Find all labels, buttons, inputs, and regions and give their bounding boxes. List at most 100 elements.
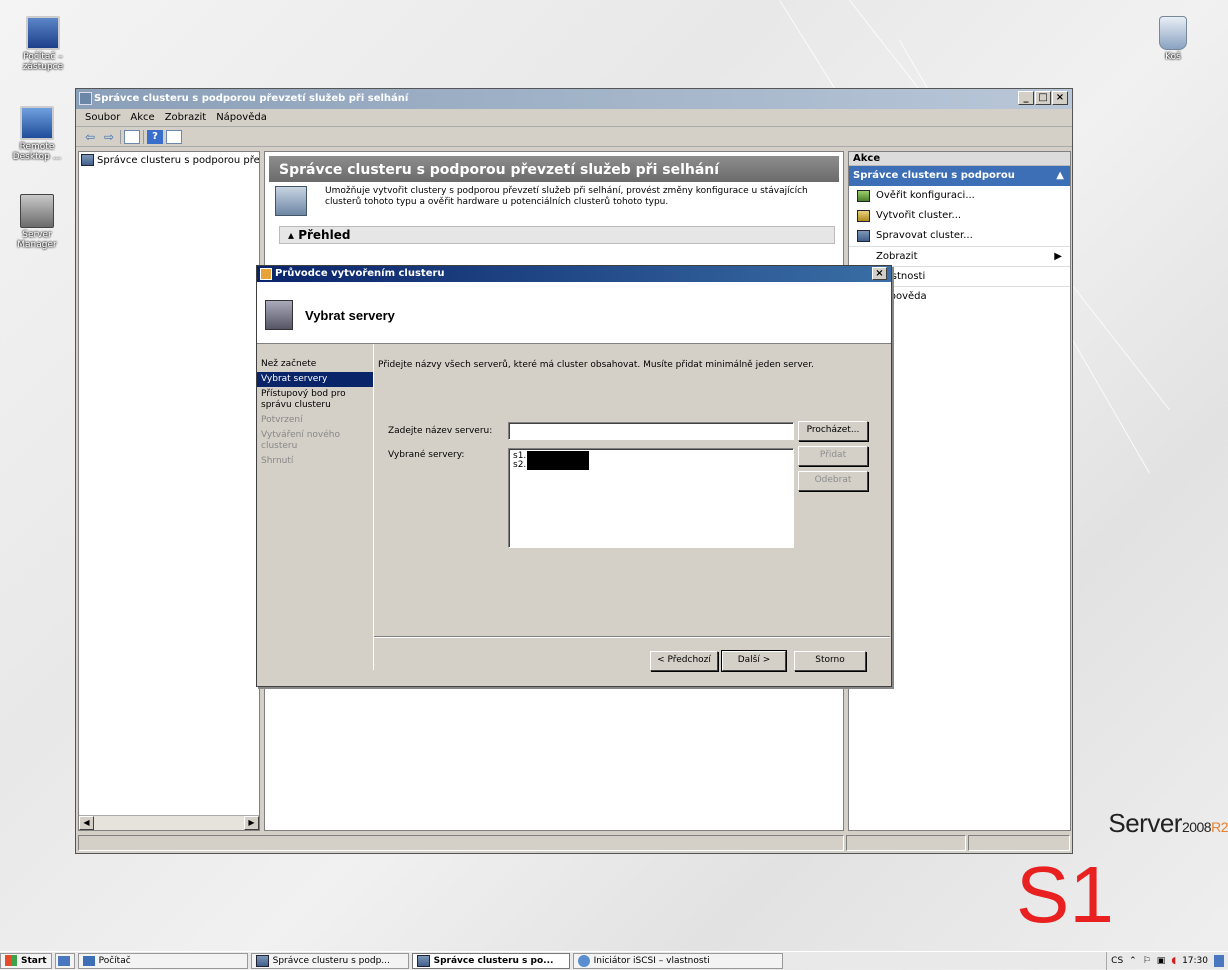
wizard-body: Přidejte názvy všech serverů, které má c… (373, 344, 890, 672)
wizard-step-select-servers[interactable]: Vybrat servery (257, 372, 373, 387)
wizard-close-button[interactable]: × (872, 267, 887, 280)
wizard-header: Vybrat servery (257, 282, 891, 344)
back-arrow-icon[interactable]: ⇦ (82, 130, 98, 144)
actions-subheader[interactable]: Správce clusteru s podporou převz... ▲ (849, 166, 1070, 201)
show-hide-tree-icon[interactable] (124, 129, 140, 144)
wizard-step-summary: Shrnutí (261, 456, 294, 466)
create-cluster-wizard: Průvodce vytvořením clusteru × Vybrat se… (256, 265, 892, 687)
server-manager-icon (20, 194, 54, 228)
computer-icon (26, 16, 60, 50)
tree-item-cluster-manager[interactable]: Správce clusteru s podporou přev: (79, 152, 259, 168)
cluster-app-icon (79, 92, 92, 105)
volume-muted-icon[interactable]: ◖ (1171, 956, 1176, 966)
center-heading: Správce clusteru s podporou převzetí slu… (269, 156, 839, 182)
recycle-bin-icon (1159, 16, 1187, 50)
wizard-titlebar[interactable]: Průvodce vytvořením clusteru × (257, 266, 891, 282)
toolbar: ⇦ ⇨ ? (76, 127, 1072, 147)
scroll-left-icon[interactable]: ◀ (79, 816, 94, 830)
menu-help[interactable]: Nápověda (211, 109, 272, 126)
action-manage-cluster[interactable]: Spravovat cluster... (849, 226, 1070, 246)
wizard-icon (260, 268, 272, 280)
maximize-button[interactable]: □ (1035, 91, 1051, 105)
wizard-step-before-you-begin[interactable]: Než začnete (257, 357, 373, 372)
wizard-heading: Vybrat servery (305, 308, 395, 323)
wizard-step-access-point[interactable]: Přístupový bod pro správu clusteru (257, 387, 373, 413)
previous-button[interactable]: < Předchozí (650, 651, 718, 671)
desktop-icon-remote-desktop[interactable]: Remote Desktop ... (2, 106, 72, 162)
wizard-step-confirmation: Potvrzení (261, 415, 303, 425)
collapse-arrow-icon[interactable]: ▲ (1056, 166, 1064, 186)
list-item[interactable]: s2. (513, 461, 789, 470)
menu-action[interactable]: Akce (125, 109, 159, 126)
language-indicator[interactable]: CS (1111, 956, 1123, 966)
selected-servers-list[interactable]: s1. s2. (508, 448, 794, 548)
system-tray: CS ⌃ ⚐ ▣ ◖ 17:30 (1106, 952, 1228, 970)
redaction-box (527, 451, 590, 461)
horizontal-scrollbar[interactable]: ◀ ▶ (79, 815, 259, 830)
window-titlebar[interactable]: Správce clusteru s podporou převzetí slu… (76, 89, 1072, 109)
browse-button[interactable]: Procházet... (798, 421, 868, 441)
wizard-footer-divider (374, 636, 890, 637)
windows-logo-icon (5, 955, 17, 966)
help-icon[interactable]: ? (147, 129, 163, 144)
taskbar-item-iscsi-initiator[interactable]: Iniciátor iSCSI – vlastnosti (572, 952, 783, 969)
desktop-icon-server-manager[interactable]: Server Manager (2, 194, 72, 250)
show-desktop-icon (57, 955, 70, 966)
center-description: Umožňuje vytvořit clustery s podporou př… (275, 186, 833, 216)
show-desktop-corner-icon[interactable] (1214, 955, 1224, 967)
network-icon[interactable]: ▣ (1157, 956, 1166, 966)
menu-view[interactable]: Zobrazit (160, 109, 212, 126)
validate-icon (857, 190, 870, 202)
menu-file[interactable]: Soubor (80, 109, 125, 126)
toolbar-separator (143, 129, 144, 144)
clock[interactable]: 17:30 (1182, 956, 1208, 966)
cluster-manager-large-icon (275, 186, 307, 216)
close-button[interactable]: × (1052, 91, 1068, 105)
desktop-icon-recycle-bin[interactable]: Koš (1138, 16, 1208, 62)
taskbar-item-cluster-manager-2[interactable]: Správce clusteru s po... (411, 952, 570, 969)
remove-button[interactable]: Odebrat (798, 471, 868, 491)
cluster-app-icon (416, 954, 430, 967)
menu-bar: Soubor Akce Zobrazit Nápověda (76, 109, 1072, 127)
toolbar-separator (120, 129, 121, 144)
selected-servers-label: Vybrané servery: (388, 450, 465, 460)
show-desktop-button[interactable] (54, 952, 75, 969)
server-name-input[interactable] (508, 422, 794, 440)
next-button[interactable]: Další > (721, 650, 787, 672)
computer-icon (82, 955, 95, 966)
windows-server-brand: Server2008R2 (1108, 808, 1228, 838)
forward-arrow-icon[interactable]: ⇨ (101, 130, 117, 144)
cluster-app-icon (81, 154, 94, 166)
cluster-app-icon (255, 954, 269, 967)
overview-section-header[interactable]: ▴ Přehled (279, 226, 835, 244)
show-hidden-icons-icon[interactable]: ⌃ (1129, 956, 1137, 966)
action-view[interactable]: Zobrazit ▶ (849, 246, 1070, 266)
minimize-button[interactable]: _ (1018, 91, 1034, 105)
cancel-button[interactable]: Storno (794, 651, 866, 671)
taskbar: Start Počítač Správce clusteru s podp...… (0, 951, 1228, 970)
submenu-arrow-icon: ▶ (1054, 250, 1062, 262)
action-center-flag-icon[interactable]: ⚐ (1143, 956, 1151, 966)
action-create-cluster[interactable]: Vytvořit cluster... (849, 206, 1070, 226)
action-validate-configuration[interactable]: Ověřit konfiguraci... (849, 186, 1070, 206)
start-button[interactable]: Start (0, 952, 52, 969)
scroll-right-icon[interactable]: ▶ (244, 816, 259, 830)
actions-header: Akce (849, 152, 1070, 166)
desktop-icon-computer[interactable]: Počítač – zástupce (8, 16, 78, 72)
window-title: Správce clusteru s podporou převzetí slu… (94, 93, 409, 104)
status-segment (968, 835, 1070, 851)
manage-cluster-icon (857, 230, 870, 242)
create-cluster-icon (857, 210, 870, 222)
show-hide-actions-icon[interactable] (166, 129, 182, 144)
status-bar (78, 835, 1070, 851)
overlay-label: S1 (1016, 850, 1114, 939)
taskbar-item-cluster-manager-1[interactable]: Správce clusteru s podp... (250, 952, 409, 969)
server-name-label: Zadejte název serveru: (388, 426, 493, 436)
taskbar-item-computer[interactable]: Počítač (77, 952, 248, 969)
wizard-step-creating-cluster: Vytváření nového clusteru (261, 430, 341, 451)
add-button[interactable]: Přidat (798, 446, 868, 466)
status-segment (846, 835, 966, 851)
list-item[interactable]: s1. (513, 451, 789, 461)
status-segment (78, 835, 844, 851)
servers-icon (265, 300, 293, 330)
